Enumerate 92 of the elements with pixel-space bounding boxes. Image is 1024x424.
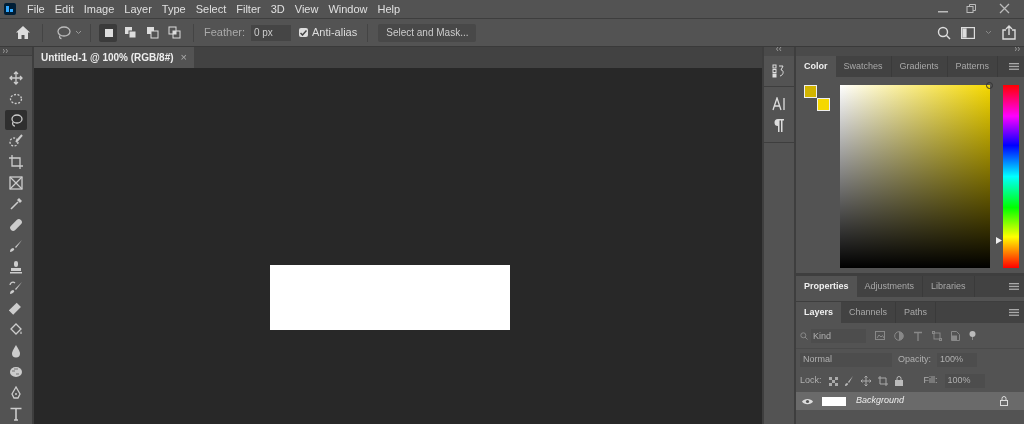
menu-item[interactable]: File bbox=[22, 0, 50, 18]
panel-tab[interactable]: Layers bbox=[796, 302, 842, 323]
background-color-swatch[interactable] bbox=[817, 98, 830, 111]
panel-tab[interactable]: Gradients bbox=[891, 56, 948, 77]
panel-tab[interactable]: Patterns bbox=[947, 56, 999, 77]
crop-icon bbox=[9, 155, 23, 169]
collapse-icon[interactable] bbox=[776, 47, 782, 51]
lock-label: Lock: bbox=[800, 374, 822, 388]
healing-icon bbox=[9, 218, 23, 232]
restore-icon[interactable] bbox=[966, 3, 977, 14]
panel-menu-icon[interactable] bbox=[1009, 309, 1019, 316]
fill-label: Fill: bbox=[923, 374, 938, 388]
blend-mode-dropdown[interactable]: Normal bbox=[800, 352, 892, 367]
menu-item[interactable]: Help bbox=[372, 0, 406, 18]
menu-item[interactable]: View bbox=[289, 0, 324, 18]
sponge-icon bbox=[9, 365, 23, 379]
history-icon[interactable] bbox=[772, 64, 786, 78]
share-icon[interactable] bbox=[1002, 25, 1016, 40]
caret-icon[interactable] bbox=[985, 30, 992, 35]
brush-icon[interactable] bbox=[844, 376, 854, 386]
opacity-field[interactable]: 100% bbox=[937, 352, 977, 367]
feather-field[interactable]: 0 px bbox=[250, 24, 291, 41]
paragraph-icon[interactable] bbox=[774, 119, 784, 132]
move-icon[interactable] bbox=[860, 376, 871, 386]
panel-menu-icon[interactable] bbox=[1009, 63, 1019, 70]
lasso-tool-button[interactable] bbox=[5, 110, 27, 130]
foreground-color-swatch[interactable] bbox=[804, 85, 817, 98]
panel-tab[interactable]: Paths bbox=[896, 302, 937, 323]
subtract-selection-icon bbox=[145, 26, 159, 39]
menu-item[interactable]: Window bbox=[323, 0, 373, 18]
panel-tab[interactable]: Properties bbox=[796, 276, 857, 297]
caret-icon[interactable] bbox=[75, 30, 82, 35]
character-icon[interactable] bbox=[772, 97, 786, 111]
panel-tab[interactable]: Swatches bbox=[835, 56, 892, 77]
move-icon bbox=[9, 71, 23, 85]
search-icon[interactable] bbox=[937, 25, 951, 40]
lock-icon[interactable] bbox=[894, 376, 903, 386]
layer-thumbnail bbox=[822, 396, 846, 406]
bucket-icon bbox=[9, 323, 23, 337]
expand-icon[interactable] bbox=[1015, 47, 1021, 51]
artboard-icon[interactable] bbox=[877, 376, 888, 386]
quick-select-icon bbox=[9, 134, 23, 148]
blur-icon bbox=[9, 344, 23, 358]
workspace-icon[interactable] bbox=[961, 26, 975, 39]
lasso-icon[interactable] bbox=[55, 24, 71, 41]
stamp-icon bbox=[9, 260, 23, 274]
search-icon bbox=[800, 331, 808, 340]
smart-object-filter-icon[interactable] bbox=[951, 330, 960, 341]
filter-toggle-icon[interactable] bbox=[969, 331, 976, 340]
select-and-mask-button[interactable]: Select and Mask... bbox=[378, 23, 477, 42]
menu-item[interactable]: Type bbox=[156, 0, 191, 18]
opacity-label: Opacity: bbox=[898, 352, 931, 366]
menu-item[interactable]: Layer bbox=[119, 0, 157, 18]
marquee-icon bbox=[9, 92, 23, 106]
tab-close-button[interactable]: × bbox=[180, 52, 187, 63]
document-title: Untitled-1 @ 100% (RGB/8#) bbox=[41, 51, 174, 65]
adjustment-filter-icon[interactable] bbox=[894, 330, 904, 341]
color-field[interactable] bbox=[840, 85, 990, 268]
lock-pixels-icon[interactable] bbox=[828, 376, 838, 386]
type-icon bbox=[9, 407, 23, 421]
new-selection-button[interactable] bbox=[99, 23, 117, 42]
menu-item[interactable]: Image bbox=[78, 0, 120, 18]
filter-field[interactable]: Kind bbox=[811, 328, 866, 343]
lock-icon[interactable] bbox=[1000, 396, 1008, 406]
document-tab[interactable]: Untitled-1 @ 100% (RGB/8#) × bbox=[34, 47, 194, 68]
panel-menu-icon[interactable] bbox=[1009, 283, 1019, 290]
anti-alias-label: Anti-alias bbox=[311, 25, 358, 41]
app-logo-icon[interactable] bbox=[4, 3, 16, 15]
pen-icon bbox=[9, 386, 23, 400]
menu-item[interactable]: Edit bbox=[49, 0, 79, 18]
intersect-selection-button[interactable] bbox=[165, 23, 183, 42]
fill-field[interactable]: 100% bbox=[944, 374, 985, 388]
intersect-selection-icon bbox=[167, 26, 181, 39]
image-filter-icon[interactable] bbox=[875, 331, 885, 340]
menu-item[interactable]: Filter bbox=[231, 0, 266, 18]
feather-label: Feather: bbox=[204, 25, 245, 41]
shape-filter-icon[interactable] bbox=[932, 330, 942, 341]
lasso-icon bbox=[9, 113, 23, 127]
frame-icon bbox=[9, 176, 23, 190]
type-filter-icon[interactable] bbox=[913, 330, 923, 341]
expand-icon[interactable] bbox=[3, 49, 9, 53]
home-icon[interactable] bbox=[16, 26, 30, 39]
menu-item[interactable]: 3D bbox=[265, 0, 290, 18]
panel-tab[interactable]: Channels bbox=[841, 302, 897, 323]
layer-row[interactable]: Background bbox=[796, 392, 1024, 410]
panel-tab[interactable]: Color bbox=[796, 56, 836, 77]
menu-item[interactable]: Select bbox=[190, 0, 232, 18]
layer-name: Background bbox=[856, 394, 905, 408]
add-selection-icon bbox=[123, 26, 137, 39]
anti-alias-checkbox[interactable] bbox=[298, 28, 308, 37]
close-icon[interactable] bbox=[999, 3, 1010, 14]
eye-icon[interactable] bbox=[801, 397, 813, 405]
